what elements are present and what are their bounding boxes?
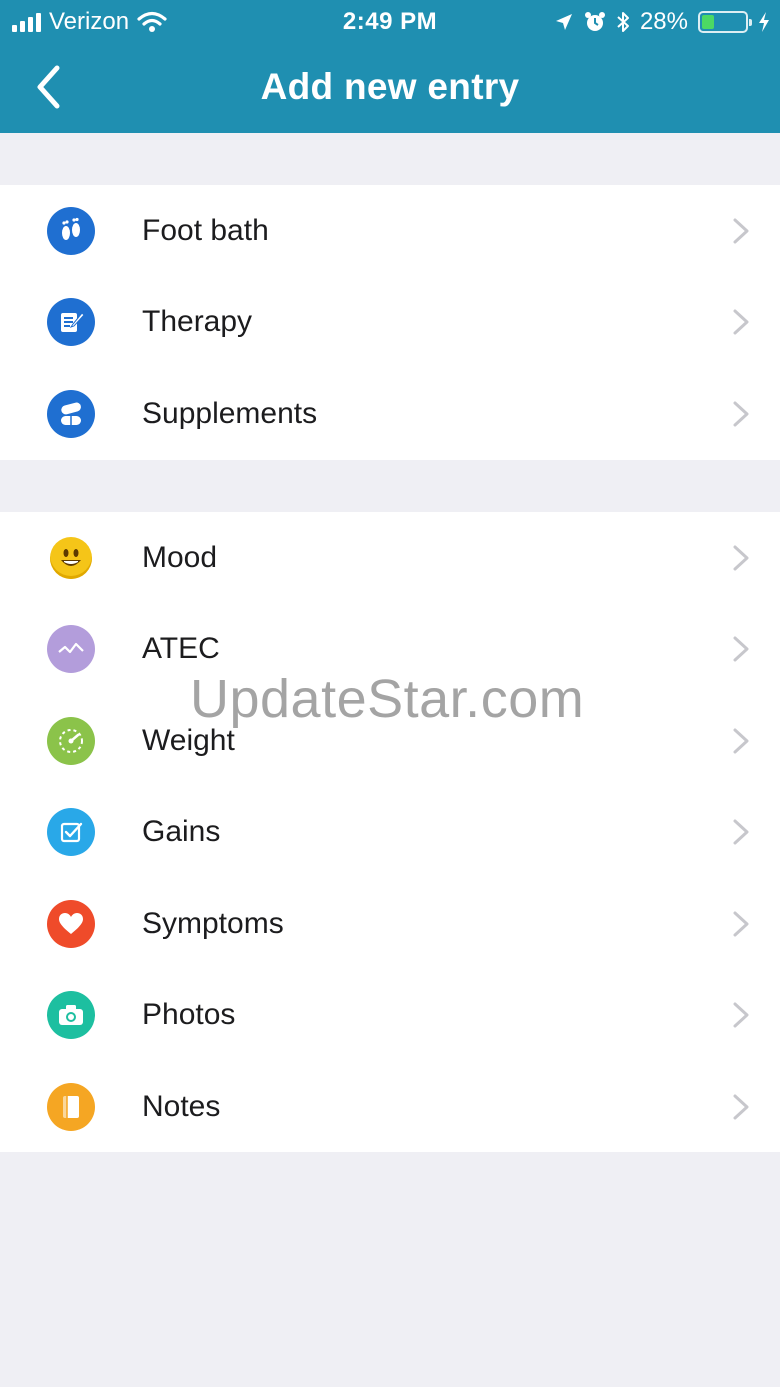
chevron-right-icon bbox=[733, 1002, 749, 1028]
battery-icon bbox=[698, 11, 752, 33]
list-item-mood[interactable]: Mood bbox=[0, 512, 780, 604]
camera-icon bbox=[47, 991, 95, 1040]
line-graph-icon bbox=[47, 625, 95, 674]
chevron-right-icon bbox=[733, 819, 749, 845]
list-item-symptoms[interactable]: Symptoms bbox=[0, 878, 780, 970]
chevron-right-icon bbox=[733, 636, 749, 662]
feet-icon bbox=[47, 206, 95, 255]
entry-group-tracking: Mood ATEC Weight Gains Symptoms Photos N… bbox=[0, 512, 780, 1152]
list-item-foot-bath[interactable]: Foot bath bbox=[0, 185, 780, 277]
status-bar: Verizon 2:49 PM 28% bbox=[0, 0, 780, 44]
item-label: Supplements bbox=[142, 396, 318, 430]
location-icon bbox=[555, 14, 572, 30]
list-item-photos[interactable]: Photos bbox=[0, 970, 780, 1062]
nav-bar: Add new entry bbox=[0, 44, 780, 133]
list-item-weight[interactable]: Weight bbox=[0, 695, 780, 787]
smiley-icon bbox=[50, 536, 92, 579]
list-item-notes[interactable]: Notes bbox=[0, 1061, 780, 1153]
notebook-icon bbox=[47, 1082, 95, 1131]
page-title: Add new entry bbox=[260, 66, 520, 107]
chevron-right-icon bbox=[733, 545, 749, 571]
item-label: Photos bbox=[142, 998, 236, 1032]
chevron-right-icon bbox=[733, 309, 749, 335]
status-right: 28% bbox=[554, 8, 770, 36]
item-label: Therapy bbox=[142, 305, 253, 339]
chevron-right-icon bbox=[733, 911, 749, 937]
list-item-supplements[interactable]: Supplements bbox=[0, 368, 780, 460]
battery-fill bbox=[702, 15, 714, 29]
list-item-therapy[interactable]: Therapy bbox=[0, 277, 780, 369]
heart-icon bbox=[47, 899, 95, 948]
chevron-right-icon bbox=[733, 218, 749, 244]
item-label: Weight bbox=[142, 723, 235, 757]
item-label: Notes bbox=[142, 1089, 221, 1123]
list-item-gains[interactable]: Gains bbox=[0, 787, 780, 879]
entry-group-care: Foot bath Therapy Supplements bbox=[0, 185, 780, 460]
item-label: Foot bath bbox=[142, 213, 269, 247]
item-label: Mood bbox=[142, 540, 218, 574]
bluetooth-icon bbox=[617, 12, 629, 32]
item-label: Gains bbox=[142, 815, 221, 849]
notepad-pencil-icon bbox=[47, 298, 95, 347]
chevron-right-icon bbox=[733, 1094, 749, 1120]
chevron-right-icon bbox=[733, 401, 749, 427]
checkbox-icon bbox=[47, 808, 95, 857]
gauge-icon bbox=[47, 716, 95, 765]
battery-percent: 28% bbox=[639, 8, 688, 35]
item-label: ATEC bbox=[142, 632, 220, 666]
charging-icon bbox=[759, 12, 769, 32]
list-item-atec[interactable]: ATEC bbox=[0, 604, 780, 696]
item-label: Symptoms bbox=[142, 906, 284, 940]
pills-icon bbox=[47, 389, 95, 438]
chevron-right-icon bbox=[733, 728, 749, 754]
alarm-icon bbox=[584, 12, 605, 31]
header: Verizon 2:49 PM 28% Add new entry bbox=[0, 0, 780, 133]
